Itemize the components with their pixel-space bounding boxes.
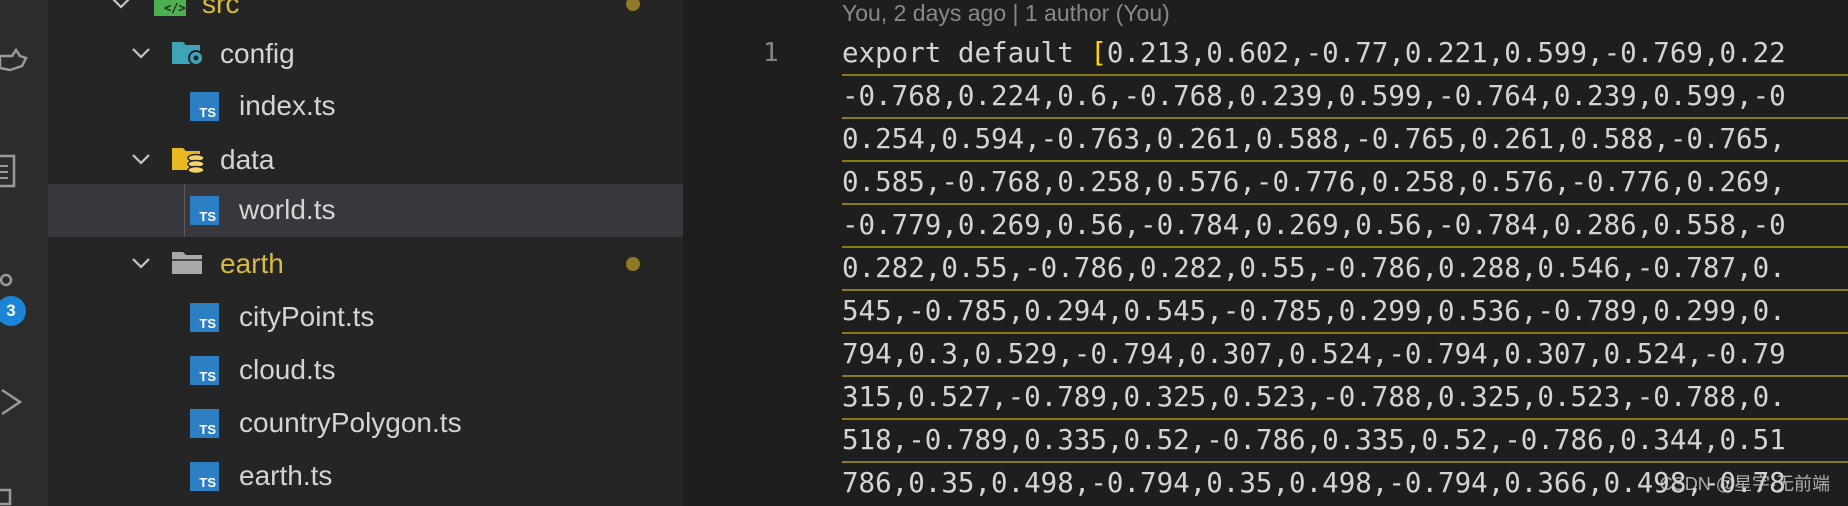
line-number: 1 [763, 38, 779, 68]
typescript-file-icon: TS [190, 409, 219, 438]
tree-label: config [220, 38, 295, 69]
typescript-file-icon: TS [190, 303, 219, 332]
src-folder-icon: </> [154, 0, 186, 16]
svg-text:</>: </> [164, 1, 186, 15]
tree-folder-config[interactable]: config [48, 27, 683, 80]
tree-label: src [202, 0, 240, 19]
code-line[interactable]: 0.282,0.55,-0.786,0.282,0.55,-0.786,0.28… [842, 247, 1786, 290]
watermark: CSDN @星宇-无前端 [1659, 474, 1830, 494]
modified-dot [626, 0, 640, 11]
file-explorer: </> src config TS index.ts data TS world… [48, 0, 683, 506]
tree-label: cityPoint.ts [239, 301, 375, 332]
chevron-down-icon [132, 154, 150, 165]
extensions-icon[interactable] [0, 486, 30, 506]
code-text: -0.779,0.269,0.56,-0.784,0.269,0.56,-0.7… [842, 209, 1786, 241]
tree-folder-data[interactable]: data [48, 133, 683, 186]
export-keyword: export default [842, 37, 1091, 69]
tree-file-citypoint-ts[interactable]: TS cityPoint.ts [48, 291, 683, 344]
tree-label: index.ts [239, 90, 336, 121]
tree-label: earth.ts [239, 460, 333, 491]
tree-file-world-ts[interactable]: TS world.ts [48, 184, 683, 237]
code-text: 0.282,0.55,-0.786,0.282,0.55,-0.786,0.28… [842, 252, 1786, 284]
code-line[interactable]: -0.768,0.224,0.6,-0.768,0.239,0.599,-0.7… [842, 75, 1786, 118]
code-text: 794,0.3,0.529,-0.794,0.307,0.524,-0.794,… [842, 338, 1786, 370]
code-text: 315,0.527,-0.789,0.325,0.523,-0.788,0.32… [842, 381, 1786, 413]
chevron-down-icon [132, 48, 150, 59]
code-text: 786,0.35,0.498,-0.794,0.35,0.498,-0.794,… [842, 467, 1670, 499]
tree-file-index-ts[interactable]: TS index.ts [48, 80, 683, 133]
code-text: -0.768,0.224,0.6,-0.768,0.239,0.599,-0.7… [842, 80, 1786, 112]
code-line[interactable]: 0.585,-0.768,0.258,0.576,-0.776,0.258,0.… [842, 161, 1786, 204]
files-icon[interactable] [0, 152, 30, 192]
code-line[interactable]: 315,0.527,-0.789,0.325,0.523,-0.788,0.32… [842, 376, 1786, 419]
code-line[interactable]: 545,-0.785,0.294,0.545,-0.785,0.299,0.53… [842, 290, 1786, 333]
tree-file-countrypolygon-ts[interactable]: TS countryPolygon.ts [48, 397, 683, 450]
config-folder-icon [172, 42, 204, 66]
code-line[interactable]: 794,0.3,0.529,-0.794,0.307,0.524,-0.794,… [842, 333, 1786, 376]
typescript-file-icon: TS [190, 462, 219, 491]
tree-label: world.ts [239, 194, 336, 225]
code-line[interactable]: export default [0.213,0.602,-0.77,0.221,… [842, 32, 1786, 75]
code-line[interactable]: 0.254,0.594,-0.763,0.261,0.588,-0.765,0.… [842, 118, 1786, 161]
array-open-bracket: [ [1090, 37, 1107, 69]
tree-label: data [220, 144, 275, 175]
code-line[interactable]: 786,0.35,0.498,-0.794,0.35,0.498,-0.794,… [842, 462, 1786, 505]
tree-folder-earth[interactable]: earth [48, 237, 683, 290]
tree-label: cloud.ts [239, 354, 336, 385]
notification-badge: 3 [0, 296, 26, 326]
tree-file-cloud-ts[interactable]: TS cloud.ts [48, 344, 683, 397]
code-text: 0.254,0.594,-0.763,0.261,0.588,-0.765,0.… [842, 123, 1786, 155]
code-text: 545,-0.785,0.294,0.545,-0.785,0.299,0.53… [842, 295, 1786, 327]
code-editor[interactable]: You, 2 days ago | 1 author (You) 1 expor… [683, 0, 1848, 506]
code-text: 0.585,-0.768,0.258,0.576,-0.776,0.258,0.… [842, 166, 1786, 198]
run-debug-icon[interactable] [0, 382, 30, 422]
git-blame-codelens[interactable]: You, 2 days ago | 1 author (You) [842, 0, 1170, 27]
tree-file-earth-ts[interactable]: TS earth.ts [48, 450, 683, 503]
chevron-down-icon [132, 258, 150, 269]
earth-folder-icon [172, 252, 202, 274]
data-folder-icon [172, 148, 205, 174]
chevron-down-icon [112, 0, 130, 9]
indent-guide [184, 184, 185, 237]
docker-icon[interactable] [0, 42, 30, 82]
typescript-file-icon: TS [190, 356, 219, 385]
tree-label: countryPolygon.ts [239, 407, 462, 438]
modified-dot [626, 257, 640, 271]
code-text: 518,-0.789,0.335,0.52,-0.786,0.335,0.52,… [842, 424, 1786, 456]
code-line[interactable]: -0.779,0.269,0.56,-0.784,0.269,0.56,-0.7… [842, 204, 1786, 247]
activity-bar: 3 [0, 0, 48, 506]
typescript-file-icon: TS [190, 92, 219, 121]
code-text: 0.213,0.602,-0.77,0.221,0.599,-0.769,0.2… [1106, 37, 1786, 69]
tree-label: earth [220, 248, 284, 279]
code-line[interactable]: 518,-0.789,0.335,0.52,-0.786,0.335,0.52,… [842, 419, 1786, 462]
typescript-file-icon: TS [190, 196, 219, 225]
